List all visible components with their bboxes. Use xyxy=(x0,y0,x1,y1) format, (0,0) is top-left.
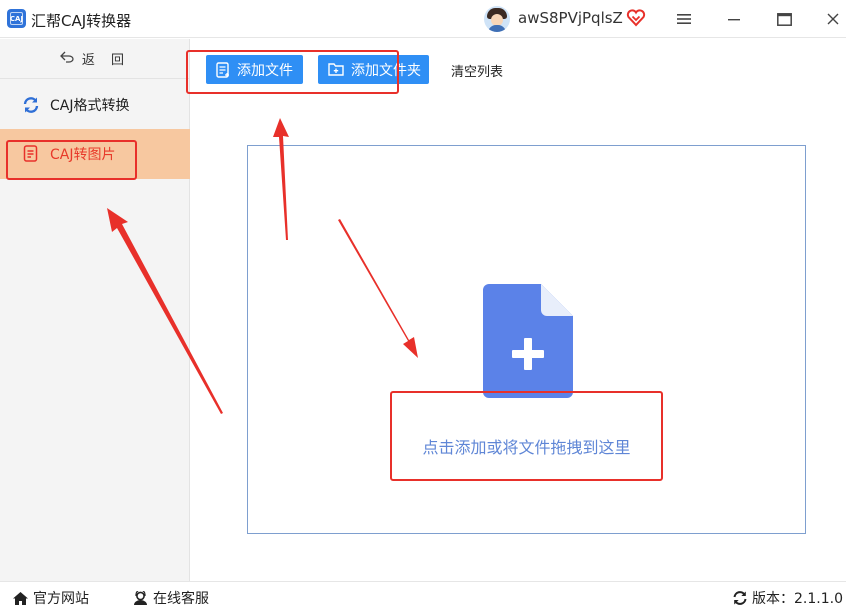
add-file-button[interactable]: 添加文件 xyxy=(206,55,303,84)
version-label: 版本：2.1.1.0 xyxy=(752,591,843,607)
update-icon xyxy=(732,590,748,606)
customer-service-icon xyxy=(132,590,149,606)
minimize-icon xyxy=(728,19,740,21)
sidebar-item-caj-to-image[interactable]: CAJ转图片 xyxy=(0,129,190,179)
status-bar: 官方网站 在线客服 版本：2.1.1.0 xyxy=(0,581,846,611)
online-service-link[interactable]: 在线客服 xyxy=(132,588,209,608)
app-title: 汇帮CAJ转换器 xyxy=(31,12,132,30)
close-button[interactable] xyxy=(818,6,846,32)
file-drop-zone[interactable]: 点击添加或将文件拖拽到这里 xyxy=(247,145,806,534)
sidebar: 返 回 CAJ格式转换 CAJ转图片 xyxy=(0,39,190,581)
maximize-button[interactable] xyxy=(769,6,799,32)
clear-list-button[interactable]: 清空列表 xyxy=(451,61,503,80)
app-logo-text: CAJ xyxy=(9,14,24,23)
app-logo: CAJ xyxy=(7,9,26,28)
add-folder-button[interactable]: 添加文件夹 xyxy=(318,55,429,84)
back-arrow-icon xyxy=(60,51,74,67)
add-folder-label: 添加文件夹 xyxy=(351,62,421,79)
title-bar: CAJ 汇帮CAJ转换器 awS8PVjPqlsZ xyxy=(0,0,846,38)
home-icon xyxy=(12,591,29,606)
add-file-label: 添加文件 xyxy=(237,62,293,79)
username[interactable]: awS8PVjPqlsZ xyxy=(518,9,623,27)
add-folder-icon xyxy=(328,62,345,77)
refresh-icon xyxy=(21,95,41,115)
sidebar-item-caj-format-convert[interactable]: CAJ格式转换 xyxy=(0,80,190,130)
document-icon xyxy=(21,144,41,164)
drop-hint-text: 点击添加或将文件拖拽到这里 xyxy=(422,438,631,457)
close-icon xyxy=(827,13,839,25)
maximize-icon xyxy=(776,12,792,26)
add-file-icon xyxy=(216,61,231,78)
file-plus-icon xyxy=(483,284,573,398)
online-service-label: 在线客服 xyxy=(153,591,209,607)
version-info: 版本：2.1.1.0 xyxy=(732,588,843,608)
official-website-label: 官方网站 xyxy=(33,591,89,607)
user-avatar[interactable] xyxy=(484,6,510,32)
minimize-button[interactable] xyxy=(719,6,749,32)
sidebar-item-label: CAJ转图片 xyxy=(50,147,116,163)
sidebar-item-label: CAJ格式转换 xyxy=(50,98,130,114)
official-website-link[interactable]: 官方网站 xyxy=(12,588,89,608)
vip-heart-icon[interactable] xyxy=(626,8,646,28)
back-label: 返 回 xyxy=(81,53,131,68)
back-button[interactable]: 返 回 xyxy=(0,39,190,79)
menu-button[interactable] xyxy=(669,6,699,32)
menu-icon xyxy=(677,14,691,24)
